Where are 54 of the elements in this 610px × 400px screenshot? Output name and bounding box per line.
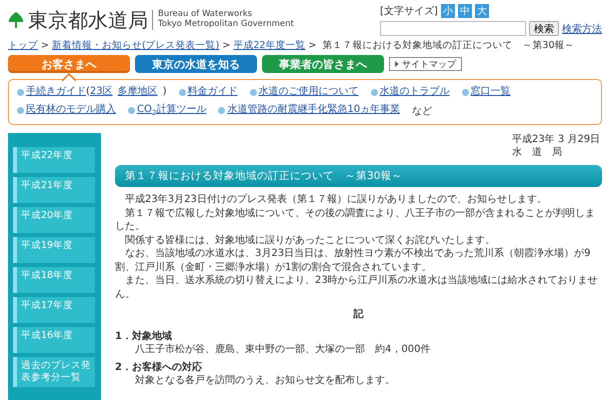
site-title: 東京都水道局 — [28, 6, 148, 34]
breadcrumb-separator: > — [41, 40, 49, 51]
section-body: 八王子市松が谷、鹿島、東中野の一部、大塚の一部 約4，000件 — [134, 343, 432, 357]
nav-tab[interactable]: 東京の水道を知る — [135, 55, 257, 74]
quick-link[interactable]: 水道管路の耐震継手化緊急10ヵ年事業 — [227, 102, 400, 118]
site-subtitle: Tokyo Metropolitan Government — [158, 20, 294, 30]
body-paragraph: また、当日、送水系統の切り替えにより、23時から江戸川系の水道水は当該地域には給水されておりません。 — [115, 274, 599, 302]
quick-link[interactable]: 料金ガイド — [188, 84, 238, 100]
body-paragraph: 第１７報で広報した対象地域について、その後の調査により、八王子市の一部が含まれることが判明しました。 — [115, 206, 596, 234]
paren-text: ( — [86, 85, 90, 100]
quick-link[interactable]: 民有林のモデル購入 — [26, 102, 116, 118]
note-heading: 記 — [354, 308, 364, 322]
bullet-icon — [178, 88, 186, 96]
quick-link[interactable]: 手続きガイド — [26, 84, 86, 100]
nav-tab[interactable]: 事業者の皆さまへ — [262, 55, 384, 74]
quick-link[interactable]: CO$_{2}$計算ツール — [137, 102, 206, 120]
quick-link[interactable]: 水道のご使用について — [258, 84, 359, 100]
section-body: 対象となる各戸を訪問のうえ、お知らせ文を配布します。 — [134, 374, 396, 388]
section-heading: 2．お客様への対応 — [115, 360, 203, 374]
section-heading: 1．対象地域 — [115, 330, 173, 344]
etc-text: など — [412, 106, 432, 117]
breadcrumb-link[interactable]: 新着情報・お知らせ(プレス発表一覧) — [52, 40, 220, 51]
arrow-icon — [395, 61, 399, 68]
search-button[interactable]: 検索 — [529, 21, 559, 36]
breadcrumb-current: 第１７報における対象地域の訂正について ～第30報～ — [322, 40, 575, 51]
quick-link[interactable]: 多摩地区 — [118, 84, 158, 100]
bullet-icon — [128, 106, 135, 114]
body-paragraph: 関係する皆様には、対象地域に誤りがあったことについて深くお詫びいたします。 — [124, 234, 496, 248]
breadcrumb-link[interactable]: 平成22年度一覧 — [233, 40, 306, 51]
pointer-notch-icon — [62, 73, 76, 82]
bullet-icon — [370, 88, 378, 96]
quick-link[interactable]: 23区 — [90, 84, 113, 100]
search-field[interactable] — [380, 21, 526, 36]
font-size-label: [文字サイズ] — [380, 4, 438, 18]
article-title: 第１７報における対象地域の訂正について ～第30報～ — [115, 164, 602, 188]
bullet-icon — [462, 88, 469, 96]
bullet-icon — [218, 106, 226, 114]
date-text: 平成23年 3 月29日 — [512, 132, 602, 146]
sitemap-button[interactable]: サイトマップ — [389, 57, 462, 72]
leaf-logo-icon — [8, 11, 24, 29]
bullet-icon — [250, 88, 257, 96]
body-paragraph: なお、当該地域の水道水は、3月23日当日は、放射性ヨウ素が不検出であった荒川系（朝霞浄水場）が9割、江戸川系（金町・三郷浄水場）が1割の割合で混合されています。 — [115, 247, 592, 274]
search-help-link[interactable]: 検索方法 — [562, 22, 602, 36]
bullet-icon — [17, 106, 24, 114]
breadcrumb-link[interactable]: トップ — [8, 40, 38, 51]
quick-link[interactable]: 窓口一覧 — [470, 84, 511, 100]
issuer-text: 水 道 局 — [512, 146, 563, 160]
quick-link[interactable]: 水道のトラブル — [380, 84, 450, 100]
body-paragraph: 平成23年3月23日付けのプレス発表（第１７報）に誤りがありましたので、お知らせします。 — [124, 193, 548, 207]
breadcrumb-separator: > — [308, 40, 316, 51]
paren-text: ) — [162, 85, 167, 100]
bullet-icon — [17, 88, 24, 96]
breadcrumb-separator: > — [222, 40, 230, 51]
site-subtitle: Bureau of Waterworks — [158, 10, 254, 20]
